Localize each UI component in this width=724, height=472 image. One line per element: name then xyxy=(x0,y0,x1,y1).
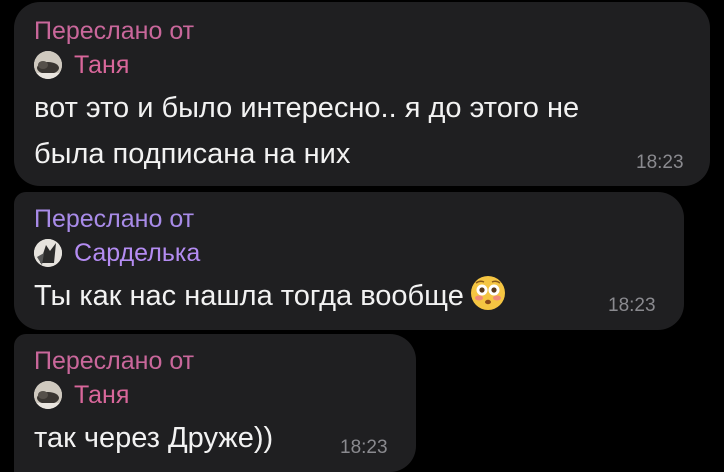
avatar-photo-icon xyxy=(34,51,62,79)
forwarded-author[interactable]: Сарделька xyxy=(34,238,200,268)
forwarded-from-label: Переслано от xyxy=(34,205,195,233)
message-time: 18:23 xyxy=(636,152,684,173)
forwarded-author[interactable]: Таня xyxy=(34,380,129,410)
avatar-photo-icon xyxy=(34,381,62,409)
message-text: так через Друже)) xyxy=(34,422,274,454)
message-time: 18:23 xyxy=(608,295,656,316)
forwarded-from-label: Переслано от xyxy=(34,17,195,45)
avatar-photo-icon xyxy=(34,239,62,267)
author-name: Таня xyxy=(74,51,130,79)
message-bubble[interactable]: Переслано от Таня вот это и было интерес… xyxy=(14,2,710,186)
author-name: Таня xyxy=(74,381,130,409)
message-text-line: вот это и было интересно.. я до этого не xyxy=(34,92,580,124)
author-name: Сарделька xyxy=(74,239,201,267)
flushed-face-icon xyxy=(470,275,506,311)
message-bubble[interactable]: Переслано от Таня так через Друже)) 18:2… xyxy=(14,334,416,472)
message-bubble[interactable]: Переслано от Сарделька Ты как нас нашла … xyxy=(14,192,684,330)
message-time: 18:23 xyxy=(340,437,388,458)
chat-view: Переслано от Таня вот это и было интерес… xyxy=(0,0,724,472)
message-text-content: Ты как нас нашла тогда вообще xyxy=(34,280,464,312)
message-text: Ты как нас нашла тогда вообще xyxy=(34,274,506,318)
message-text-line: была подписана на них xyxy=(34,138,351,170)
forwarded-author[interactable]: Таня xyxy=(34,50,129,80)
forwarded-from-label: Переслано от xyxy=(34,347,195,375)
